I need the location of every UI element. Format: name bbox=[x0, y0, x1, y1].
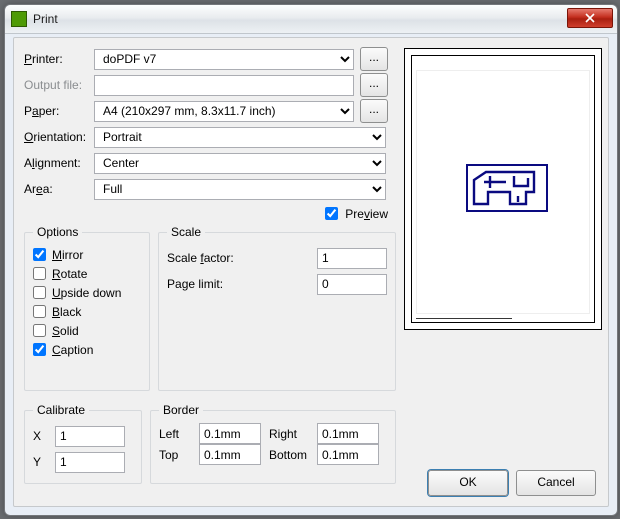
preview-caption: ▬▬▬▬▬▬▬▬▬▬▬▬▬▬▬▬▬▬▬▬▬▬▬▬▬▬▬▬▬▬▬▬ bbox=[416, 316, 590, 321]
area-select[interactable]: Full bbox=[94, 179, 386, 200]
app-icon bbox=[11, 11, 27, 27]
border-top-label: Top bbox=[159, 448, 199, 462]
calibrate-group: Calibrate X Y bbox=[24, 403, 142, 484]
mirror-checkbox[interactable] bbox=[33, 248, 46, 261]
scale-legend: Scale bbox=[167, 225, 205, 239]
border-right-label: Right bbox=[269, 427, 317, 441]
printer-select[interactable]: doPDF v7 bbox=[94, 49, 354, 70]
rotate-label: Rotate bbox=[52, 267, 87, 281]
page-limit-label: Page limit: bbox=[167, 277, 317, 291]
window-title: Print bbox=[33, 12, 58, 26]
preview-checkbox[interactable] bbox=[325, 207, 338, 220]
page-limit-input[interactable] bbox=[317, 274, 387, 295]
border-right-input[interactable] bbox=[317, 423, 379, 444]
orientation-label: Orientation: bbox=[24, 130, 94, 144]
solid-label: Solid bbox=[52, 324, 79, 338]
options-group: Options Mirror Rotate Upside down Black … bbox=[24, 225, 150, 391]
output-file-browse-button[interactable]: ... bbox=[360, 73, 388, 97]
caption-checkbox[interactable] bbox=[33, 343, 46, 356]
paper-select[interactable]: A4 (210x297 mm, 8.3x11.7 inch) bbox=[94, 101, 354, 122]
paper-label: Paper: bbox=[24, 104, 94, 118]
preview-pcb-icon bbox=[466, 164, 548, 212]
options-legend: Options bbox=[33, 225, 82, 239]
border-group: Border Left Right Top Bottom bbox=[150, 403, 396, 484]
mirror-label: Mirror bbox=[52, 248, 83, 262]
ok-button[interactable]: OK bbox=[428, 470, 508, 496]
upside-down-checkbox[interactable] bbox=[33, 286, 46, 299]
border-left-input[interactable] bbox=[199, 423, 261, 444]
border-bottom-input[interactable] bbox=[317, 444, 379, 465]
cal-x-label: X bbox=[33, 429, 55, 443]
cal-y-label: Y bbox=[33, 455, 55, 469]
border-legend: Border bbox=[159, 403, 203, 417]
printer-label: Printer: bbox=[24, 52, 94, 66]
scale-factor-label: Scale factor: bbox=[167, 251, 317, 265]
border-left-label: Left bbox=[159, 427, 199, 441]
print-dialog: Print Printer: doPDF v7 ... Output file: bbox=[4, 4, 618, 516]
border-top-input[interactable] bbox=[199, 444, 261, 465]
preview-page: ▬▬▬▬▬▬▬▬▬▬▬▬▬▬▬▬▬▬▬▬▬▬▬▬▬▬▬▬▬▬▬▬ bbox=[411, 55, 595, 323]
alignment-label: Alignment: bbox=[24, 156, 94, 170]
scale-group: Scale Scale factor: Page limit: bbox=[158, 225, 396, 391]
output-file-input bbox=[94, 75, 354, 96]
printer-browse-button[interactable]: ... bbox=[360, 47, 388, 71]
alignment-select[interactable]: Center bbox=[94, 153, 386, 174]
titlebar: Print bbox=[5, 5, 617, 34]
preview-label: Preview bbox=[345, 207, 388, 221]
output-file-label: Output file: bbox=[24, 78, 94, 92]
client-area: Printer: doPDF v7 ... Output file: ... P… bbox=[13, 37, 609, 507]
solid-checkbox[interactable] bbox=[33, 324, 46, 337]
upside-down-label: Upside down bbox=[52, 286, 121, 300]
rotate-checkbox[interactable] bbox=[33, 267, 46, 280]
close-button[interactable] bbox=[567, 8, 613, 28]
preview-pane: ▬▬▬▬▬▬▬▬▬▬▬▬▬▬▬▬▬▬▬▬▬▬▬▬▬▬▬▬▬▬▬▬ bbox=[404, 48, 602, 330]
scale-factor-input[interactable] bbox=[317, 248, 387, 269]
caption-label: Caption bbox=[52, 343, 93, 357]
border-bottom-label: Bottom bbox=[269, 448, 317, 462]
cal-y-input[interactable] bbox=[55, 452, 125, 473]
orientation-select[interactable]: Portrait bbox=[94, 127, 386, 148]
black-checkbox[interactable] bbox=[33, 305, 46, 318]
black-label: Black bbox=[52, 305, 81, 319]
close-icon bbox=[585, 13, 595, 23]
area-label: Area: bbox=[24, 182, 94, 196]
paper-browse-button[interactable]: ... bbox=[360, 99, 388, 123]
cal-x-input[interactable] bbox=[55, 426, 125, 447]
calibrate-legend: Calibrate bbox=[33, 403, 89, 417]
cancel-button[interactable]: Cancel bbox=[516, 470, 596, 496]
